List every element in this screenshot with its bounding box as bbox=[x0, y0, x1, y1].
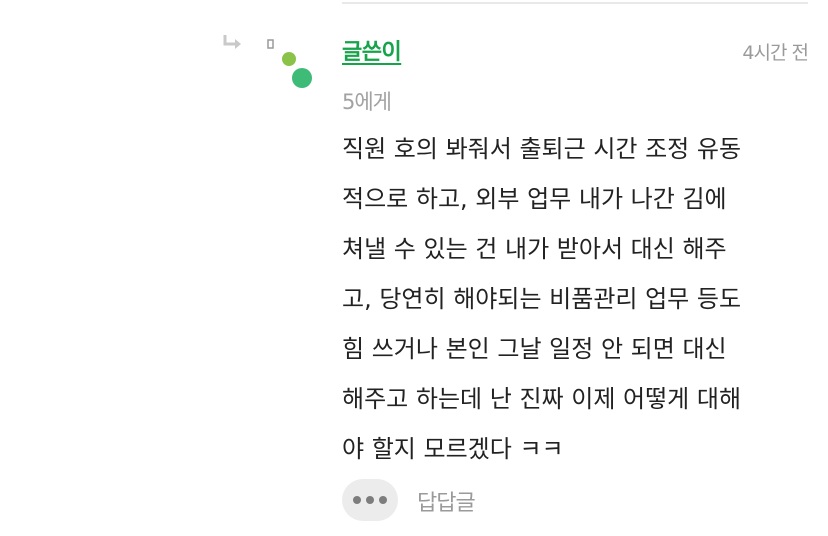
more-options-button[interactable] bbox=[342, 479, 398, 521]
more-options-icon bbox=[353, 496, 361, 504]
comment-line: 해주고 하는데 난 진짜 이제 어떻게 대해 bbox=[342, 385, 742, 413]
comment-line: 힘 쓰거나 본인 그날 일정 안 되면 대신 bbox=[342, 335, 727, 363]
reply-button[interactable]: 답답글 bbox=[417, 485, 476, 517]
comment-line: 적으로 하고, 외부 업무 내가 나간 김에 bbox=[342, 185, 727, 213]
more-options-icon bbox=[366, 496, 374, 504]
top-divider bbox=[342, 2, 808, 4]
comment-line: 직원 호의 봐줘서 출퇴근 시간 조정 유동 bbox=[342, 135, 742, 163]
comment-author-link[interactable]: 글쓴이 bbox=[342, 34, 402, 66]
reply-mention: 5에게 bbox=[342, 90, 392, 114]
more-options-icon bbox=[379, 496, 387, 504]
comment-timestamp: 4시간 전 bbox=[742, 42, 809, 64]
comment-line: 고, 당연히 해야되는 비품관리 업무 등도 bbox=[342, 285, 742, 313]
comment-line: 쳐낼 수 있는 건 내가 받아서 대신 해주 bbox=[342, 235, 727, 263]
reply-arrow-icon bbox=[223, 35, 241, 49]
comment-body: 직원 호의 봐줘서 출퇴근 시간 조정 유동 적으로 하고, 외부 업무 내가 … bbox=[342, 124, 812, 474]
comment-line: 야 할지 모르겠다 ㅋㅋ bbox=[342, 435, 564, 463]
thread-indicator-icon bbox=[267, 39, 312, 88]
